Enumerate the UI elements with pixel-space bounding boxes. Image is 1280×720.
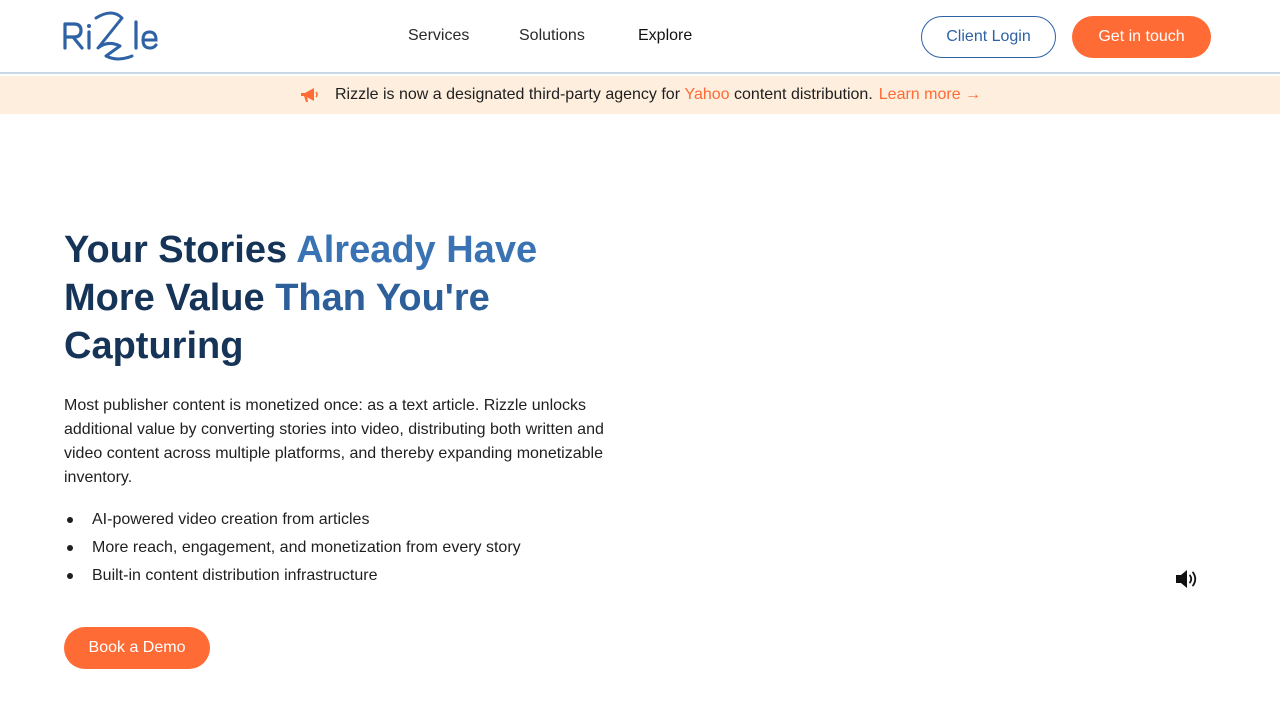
nav-item-services[interactable]: Services: [408, 26, 478, 46]
feature-list-item: More reach, engagement, and monetization…: [64, 534, 521, 562]
hero-title-part-3: More Value: [64, 277, 276, 319]
hero-title: Your Stories Already Have More Value Than…: [64, 226, 644, 370]
speaker-icon[interactable]: [1174, 567, 1200, 591]
logo-swoosh-icon: [63, 11, 158, 61]
site-header: Services Solutions Explore Client Login …: [0, 0, 1280, 74]
feature-list-item: AI-powered video creation from articles: [64, 506, 521, 534]
announcement-text-start: Rizzle is now a designated third-party a…: [334, 86, 681, 103]
feature-list-item: Built-in content distribution infrastruc…: [64, 562, 521, 590]
announcement-bar: Rizzle is now a designated third-party a…: [0, 76, 1280, 114]
get-in-touch-button[interactable]: Get in touch: [1072, 16, 1211, 58]
hero-title-part-5: Capturing: [64, 325, 244, 367]
book-demo-button[interactable]: Book a Demo: [64, 627, 210, 669]
announcement-content: Rizzle is now a designated third-party a…: [299, 86, 981, 104]
client-login-button[interactable]: Client Login: [921, 16, 1056, 58]
nav-item-solutions[interactable]: Solutions: [519, 26, 599, 46]
rizzle-logo[interactable]: [62, 10, 162, 64]
megaphone-icon: [300, 88, 318, 102]
hero-title-part-4: Than You're: [275, 277, 490, 319]
hero-title-part-1: Your Stories: [64, 229, 297, 271]
hero-description: Most publisher content is monetized once…: [64, 397, 604, 486]
hero-title-part-2: Already Have: [296, 229, 538, 271]
announcement-highlight: Yahoo: [684, 86, 730, 103]
announcement-text-end: content distribution.: [734, 86, 873, 103]
feature-list: AI-powered video creation from articles …: [64, 506, 521, 590]
nav-item-explore[interactable]: Explore: [638, 26, 708, 46]
learn-more-link[interactable]: Learn more →: [879, 86, 981, 104]
